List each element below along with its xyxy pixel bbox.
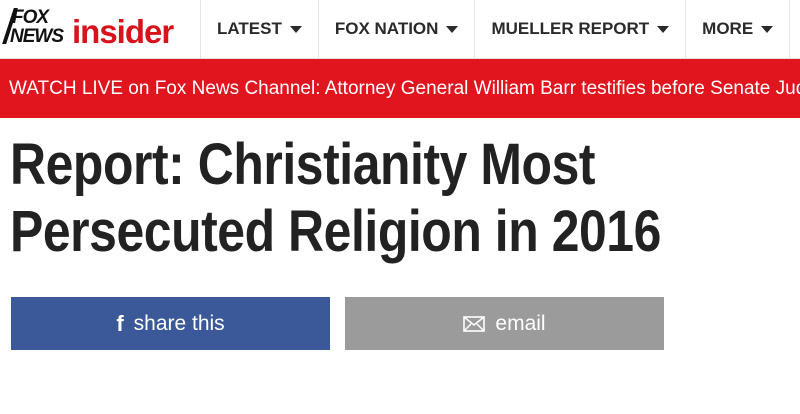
facebook-share-label: share this	[133, 311, 225, 335]
email-share-label: email	[495, 311, 546, 335]
watch-live-text[interactable]: WATCH LIVE on Fox News Channel: Attorney…	[9, 59, 800, 118]
nav-item-label: MUELLER REPORT	[491, 19, 650, 38]
nav-item-mueller-report[interactable]: MUELLER REPORT	[474, 0, 685, 58]
logo-news-text: NEWS	[10, 26, 64, 47]
facebook-icon: f	[116, 310, 124, 336]
nav-item-latest[interactable]: LATEST	[200, 0, 318, 58]
chevron-down-icon	[761, 25, 774, 33]
nav-item-label: MORE	[702, 19, 754, 38]
logo-fox-text: FOX	[12, 7, 49, 28]
nav-item-label: FOX NATION	[334, 19, 439, 38]
watch-live-banner[interactable]: WATCH LIVE on Fox News Channel: Attorney…	[0, 59, 800, 118]
chevron-down-icon	[446, 25, 459, 33]
headline-line-1: Report: Christianity Most	[10, 132, 596, 197]
envelope-icon	[463, 315, 486, 332]
nav-item-more[interactable]: MORE	[685, 0, 791, 58]
main-nav: LATEST FOX NATION MUELLER REPORT MORE	[200, 0, 791, 58]
logo-insider-text: insider	[72, 13, 174, 50]
headline-line-2: Persecuted Religion in 2016	[10, 199, 661, 264]
article-headline: Report: Christianity Most Persecuted Rel…	[10, 131, 689, 265]
nav-item-label: LATEST	[217, 19, 282, 38]
top-navigation-bar: FOX NEWS insider LATEST FOX NATION MUELL…	[0, 0, 800, 59]
facebook-share-button[interactable]: f share this	[11, 297, 330, 350]
chevron-down-icon	[289, 25, 302, 33]
email-share-button[interactable]: email	[345, 297, 664, 350]
chevron-down-icon	[657, 25, 670, 33]
fox-news-insider-logo[interactable]: FOX NEWS insider	[2, 6, 190, 54]
nav-item-fox-nation[interactable]: FOX NATION	[317, 0, 475, 58]
